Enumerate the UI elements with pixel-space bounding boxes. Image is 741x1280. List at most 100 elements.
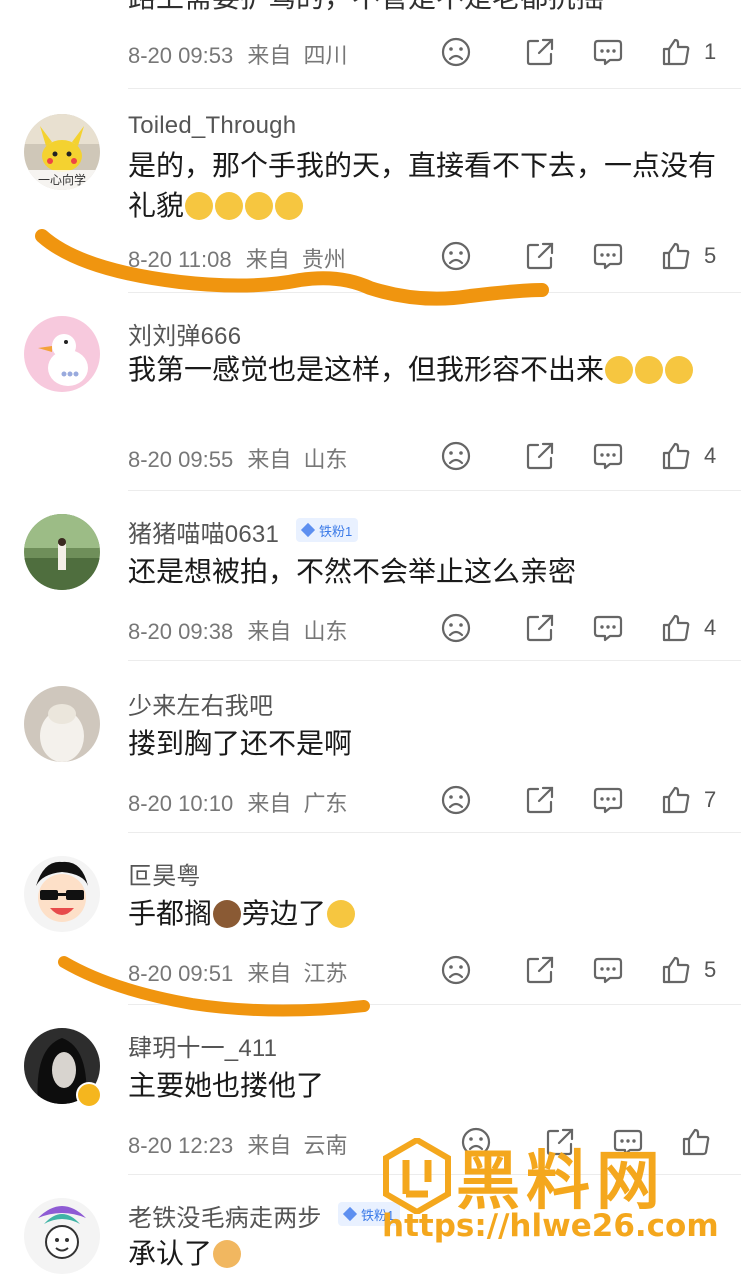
avatar[interactable]: [24, 316, 100, 392]
comment-text: 搂到胸了还不是啊: [128, 728, 353, 759]
share-icon[interactable]: [524, 782, 556, 818]
comment-location: 江苏: [303, 961, 348, 986]
frown-icon[interactable]: [440, 952, 472, 988]
from-label: 来自: [245, 247, 290, 272]
comment-meta: 8-20 12:23 来自 云南: [128, 1128, 347, 1160]
comment-location: 广东: [303, 791, 348, 816]
from-label: 来自: [247, 43, 292, 68]
divider: [128, 660, 741, 661]
thumbs-up-icon: [682, 1128, 710, 1156]
thumbs-up-icon: [662, 442, 690, 470]
share-icon[interactable]: [524, 610, 556, 646]
comment-meta: 8-20 09:55 来自 山东: [128, 442, 347, 474]
frown-icon[interactable]: [440, 438, 472, 474]
username[interactable]: Toiled_Through: [128, 112, 296, 140]
frown-icon[interactable]: [460, 1124, 492, 1160]
comment-location: 云南: [303, 1133, 348, 1158]
comment-icon[interactable]: [592, 238, 624, 274]
comment-meta: 8-20 09:51 来自 江苏: [128, 956, 347, 988]
comment-actions: 4: [438, 438, 728, 474]
comment-time: 8-20 09:55: [128, 447, 234, 472]
comment-icon[interactable]: [592, 782, 624, 818]
divider: [128, 88, 741, 89]
username[interactable]: 猪猪喵喵0631: [128, 514, 279, 549]
comment-actions: 7: [438, 782, 728, 818]
avatar[interactable]: 一心向学: [24, 114, 100, 190]
laugh-cry-emoji: [604, 354, 694, 385]
comment-actions: 5: [438, 238, 728, 274]
divider: [128, 1174, 741, 1175]
thumbs-up-icon: [662, 786, 690, 814]
smile-emoji: [184, 190, 304, 221]
crying-emoji: [327, 900, 356, 928]
comment-actions: 5: [438, 952, 728, 988]
comment-text: 还是想被拍，不然不会举止这么亲密: [128, 556, 577, 587]
like-count: 7: [704, 787, 717, 812]
comment-icon[interactable]: [592, 438, 624, 474]
from-label: 来自: [247, 447, 292, 472]
comment-location: 山东: [303, 447, 348, 472]
comment-actions: 1: [438, 34, 728, 70]
thumbs-up-icon: [662, 242, 690, 270]
comment-icon[interactable]: [592, 610, 624, 646]
frown-icon[interactable]: [440, 238, 472, 274]
bear-emoji: [213, 900, 242, 928]
comment-icon[interactable]: [592, 952, 624, 988]
svg-text:一心向学: 一心向学: [38, 172, 86, 187]
avatar[interactable]: [24, 856, 100, 932]
username[interactable]: 刘刘弹666: [128, 316, 241, 351]
diamond-icon: [300, 522, 316, 538]
username[interactable]: 老铁没毛病走两步: [128, 1198, 322, 1233]
avatar[interactable]: [24, 686, 100, 762]
comment-meta: 8-20 10:10 来自 广东: [128, 786, 347, 818]
divider: [128, 292, 741, 293]
like-button[interactable]: 5: [660, 952, 716, 988]
comment-time: 8-20 12:23: [128, 1133, 234, 1158]
comment-text: 我第一感觉也是这样，但我形容不出来: [128, 350, 718, 390]
comment-text: 承认了: [128, 1234, 718, 1274]
username[interactable]: 肆玥十一_411: [128, 1028, 277, 1063]
comment-text: 是的，那个手我的天，直接看不下去，一点没有礼貌: [128, 150, 717, 221]
comment-icon[interactable]: [592, 34, 624, 70]
share-icon[interactable]: [524, 438, 556, 474]
fan-badge: 铁粉1: [338, 1202, 401, 1226]
like-count: 5: [704, 243, 717, 268]
frown-icon[interactable]: [440, 610, 472, 646]
frown-icon[interactable]: [440, 34, 472, 70]
like-button[interactable]: 7: [660, 782, 716, 818]
username[interactable]: 叵昊粤: [128, 856, 201, 891]
like-count: 4: [704, 615, 717, 640]
like-button[interactable]: [680, 1124, 712, 1160]
share-icon[interactable]: [524, 34, 556, 70]
frown-icon[interactable]: [440, 782, 472, 818]
thumbs-up-icon: [662, 956, 690, 984]
comment-time: 8-20 09:51: [128, 961, 234, 986]
share-icon[interactable]: [544, 1124, 576, 1160]
like-button[interactable]: 1: [660, 34, 716, 70]
like-button[interactable]: 5: [660, 238, 716, 274]
from-label: 来自: [247, 1133, 292, 1158]
username[interactable]: 少来左右我吧: [128, 686, 273, 721]
comment-text-cutoff: 路上需要护驾的，不管是不是老都抗摇: [128, 0, 718, 18]
comment-time: 8-20 09:38: [128, 619, 234, 644]
share-icon[interactable]: [524, 238, 556, 274]
avatar[interactable]: [24, 514, 100, 590]
like-button[interactable]: 4: [660, 610, 716, 646]
like-count: 1: [704, 39, 717, 64]
avatar[interactable]: [24, 1198, 100, 1274]
like-count: 5: [704, 957, 717, 982]
comment-time: 8-20 10:10: [128, 791, 234, 816]
like-button[interactable]: 4: [660, 438, 716, 474]
comment-location: 山东: [303, 619, 348, 644]
fan-badge: 铁粉1: [296, 518, 359, 542]
comment-actions: [438, 1124, 728, 1160]
share-icon[interactable]: [524, 952, 556, 988]
comment-icon[interactable]: [612, 1124, 644, 1160]
cat-emoji: [213, 1240, 242, 1268]
comment-time: 8-20 09:53: [128, 43, 234, 68]
diamond-icon: [342, 1206, 358, 1222]
comment-actions: 4: [438, 610, 728, 646]
thumbs-up-icon: [662, 614, 690, 642]
verified-icon: [76, 1082, 102, 1108]
comment-location: 贵州: [301, 247, 346, 272]
